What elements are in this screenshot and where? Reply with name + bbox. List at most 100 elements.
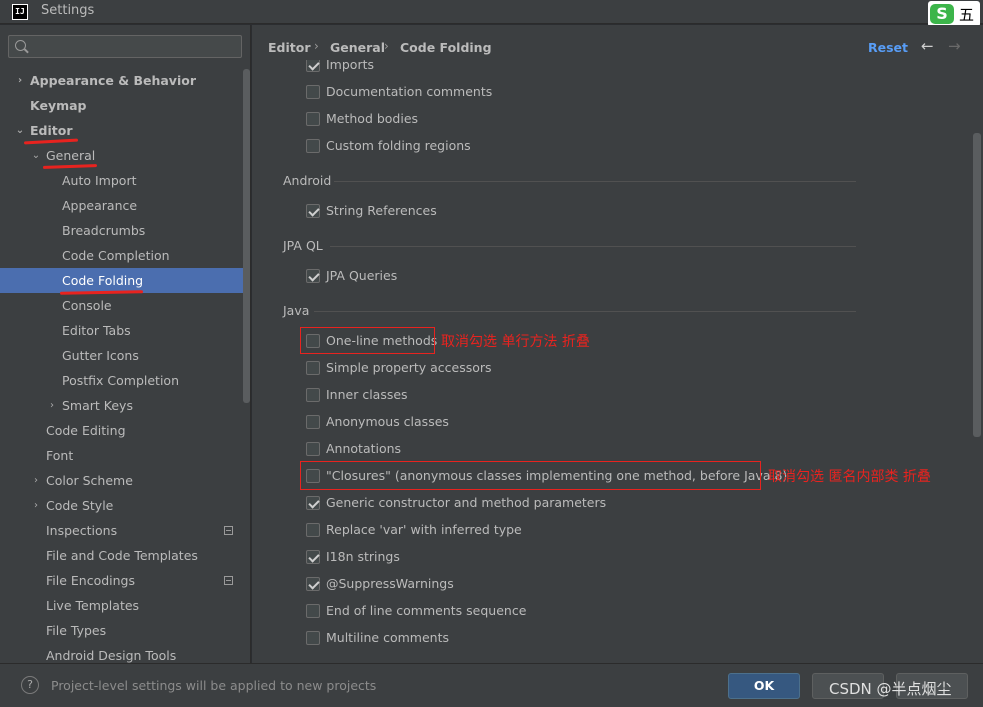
sidebar-item-postfix-completion[interactable]: Postfix Completion	[0, 368, 243, 393]
forward-arrow-icon[interactable]: →	[948, 37, 961, 55]
section-title: Java	[283, 303, 310, 318]
chevron-right-icon[interactable]: ›	[30, 493, 42, 518]
sidebar-item-label: Code Editing	[46, 423, 126, 438]
checkbox-label: Inner classes	[326, 387, 408, 402]
window-title: Settings	[41, 3, 95, 18]
checkbox-label: Method bodies	[326, 111, 419, 126]
checkbox[interactable]	[306, 604, 320, 618]
checkbox[interactable]	[306, 577, 320, 591]
sidebar-scrollbar[interactable]	[243, 69, 250, 403]
sidebar-item-live-templates[interactable]: Live Templates	[0, 593, 243, 618]
chevron-right-icon[interactable]: ›	[46, 393, 58, 418]
csdn-watermark: CSDN @半点烟尘	[829, 680, 952, 698]
annotation-box-one-line-methods	[300, 327, 435, 354]
checkbox[interactable]	[306, 85, 320, 99]
sidebar-item-appearance-behavior[interactable]: › Appearance & Behavior	[0, 68, 243, 93]
help-icon[interactable]: ?	[21, 676, 39, 694]
sidebar-item-editor-tabs[interactable]: Editor Tabs	[0, 318, 243, 343]
sidebar-item-breadcrumbs[interactable]: Breadcrumbs	[0, 218, 243, 243]
sidebar-item-code-completion[interactable]: Code Completion	[0, 243, 243, 268]
intellij-app-icon: IJ	[12, 4, 28, 20]
sidebar-item-code-style[interactable]: › Code Style	[0, 493, 243, 518]
sidebar-item-color-scheme[interactable]: › Color Scheme	[0, 468, 243, 493]
checkbox-label: @SuppressWarnings	[326, 576, 454, 591]
checkbox[interactable]	[306, 415, 320, 429]
chevron-right-icon[interactable]: ›	[30, 468, 42, 493]
project-scope-icon	[224, 526, 233, 535]
reset-link[interactable]: Reset	[868, 40, 908, 55]
ok-button[interactable]: OK	[728, 673, 800, 699]
sidebar-item-gutter-icons[interactable]: Gutter Icons	[0, 343, 243, 368]
sidebar-item-file-and-code-templates[interactable]: File and Code Templates	[0, 543, 243, 568]
sidebar-item-smart-keys[interactable]: › Smart Keys	[0, 393, 243, 418]
sidebar-item-file-types[interactable]: File Types	[0, 618, 243, 643]
sidebar-item-console[interactable]: Console	[0, 293, 243, 318]
checkbox[interactable]	[306, 631, 320, 645]
checkbox-label: Simple property accessors	[326, 360, 492, 375]
checkbox-label: JPA Queries	[326, 268, 398, 283]
sidebar-item-label: Editor Tabs	[62, 323, 131, 338]
checkbox[interactable]	[306, 112, 320, 126]
checkbox[interactable]	[306, 388, 320, 402]
checkbox[interactable]	[306, 550, 320, 564]
sidebar-item-code-editing[interactable]: Code Editing	[0, 418, 243, 443]
chevron-down-icon[interactable]: ⌄	[30, 143, 42, 168]
sidebar-item-label: Gutter Icons	[62, 348, 139, 363]
sidebar-item-android-design-tools[interactable]: Android Design Tools	[0, 643, 243, 663]
checkbox-label: Imports	[326, 60, 374, 72]
breadcrumb-editor[interactable]: Editor	[268, 40, 311, 55]
sidebar-item-editor[interactable]: ⌄ Editor	[0, 118, 243, 143]
sidebar-item-general[interactable]: ⌄ General	[0, 143, 243, 168]
checkbox[interactable]	[306, 496, 320, 510]
sidebar-item-label: File Encodings	[46, 573, 136, 588]
sidebar-item-label: Appearance & Behavior	[30, 73, 196, 88]
sidebar-item-label: Code Style	[46, 498, 114, 513]
sidebar-item-label: Keymap	[30, 98, 87, 113]
checkbox[interactable]	[306, 361, 320, 375]
main-scrollbar[interactable]	[973, 133, 981, 437]
breadcrumb-general[interactable]: General	[330, 40, 385, 55]
sidebar-item-label: Console	[62, 298, 112, 313]
sidebar-item-appearance[interactable]: Appearance	[0, 193, 243, 218]
sidebar-item-label: Smart Keys	[62, 398, 133, 413]
checkbox-label: Documentation comments	[326, 84, 493, 99]
sidebar-item-label: Breadcrumbs	[62, 223, 146, 238]
project-settings-hint: Project-level settings will be applied t…	[51, 678, 377, 693]
ime-indicator[interactable]: S 五	[928, 1, 980, 27]
chevron-down-icon[interactable]: ⌄	[14, 118, 26, 143]
sidebar-item-auto-import[interactable]: Auto Import	[0, 168, 243, 193]
checkbox[interactable]	[306, 139, 320, 153]
checkbox-label: Replace 'var' with inferred type	[326, 522, 522, 537]
sidebar-item-label: Live Templates	[46, 598, 140, 613]
chevron-right-icon[interactable]: ›	[14, 68, 26, 93]
checkbox[interactable]	[306, 204, 320, 218]
checkbox[interactable]	[306, 523, 320, 537]
section-divider	[334, 181, 856, 182]
checkbox-label: Anonymous classes	[326, 414, 449, 429]
sidebar-item-keymap[interactable]: Keymap	[0, 93, 243, 118]
section-title: Android	[283, 173, 332, 188]
sidebar-item-file-encodings[interactable]: File Encodings	[0, 568, 243, 593]
settings-search-input[interactable]	[8, 35, 242, 58]
sidebar-item-label: Color Scheme	[46, 473, 133, 488]
section-divider	[314, 311, 856, 312]
sidebar-item-label: File Types	[46, 623, 107, 638]
project-scope-icon	[224, 576, 233, 585]
sidebar-item-label: Font	[46, 448, 74, 463]
settings-tree: › Appearance & Behavior Keymap ⌄ Editor ⌄ Gene…	[0, 68, 243, 663]
checkbox-label: End of line comments sequence	[326, 603, 527, 618]
sogou-icon: S	[930, 4, 954, 24]
sidebar-item-label: Appearance	[62, 198, 138, 213]
checkbox[interactable]	[306, 60, 320, 72]
checkbox-label: Custom folding regions	[326, 138, 471, 153]
sidebar-item-inspections[interactable]: Inspections	[0, 518, 243, 543]
section-divider	[330, 246, 856, 247]
code-folding-options: Imports Documentation comments Method bodi…	[252, 60, 983, 663]
sidebar-item-font[interactable]: Font	[0, 443, 243, 468]
checkbox[interactable]	[306, 269, 320, 283]
sidebar-item-code-folding[interactable]: Code Folding	[0, 268, 243, 293]
back-arrow-icon[interactable]: ←	[921, 37, 934, 55]
title-bar: IJ Settings S 五	[0, 0, 983, 27]
settings-sidebar: › Appearance & Behavior Keymap ⌄ Editor ⌄ Gene…	[0, 25, 251, 663]
checkbox[interactable]	[306, 442, 320, 456]
